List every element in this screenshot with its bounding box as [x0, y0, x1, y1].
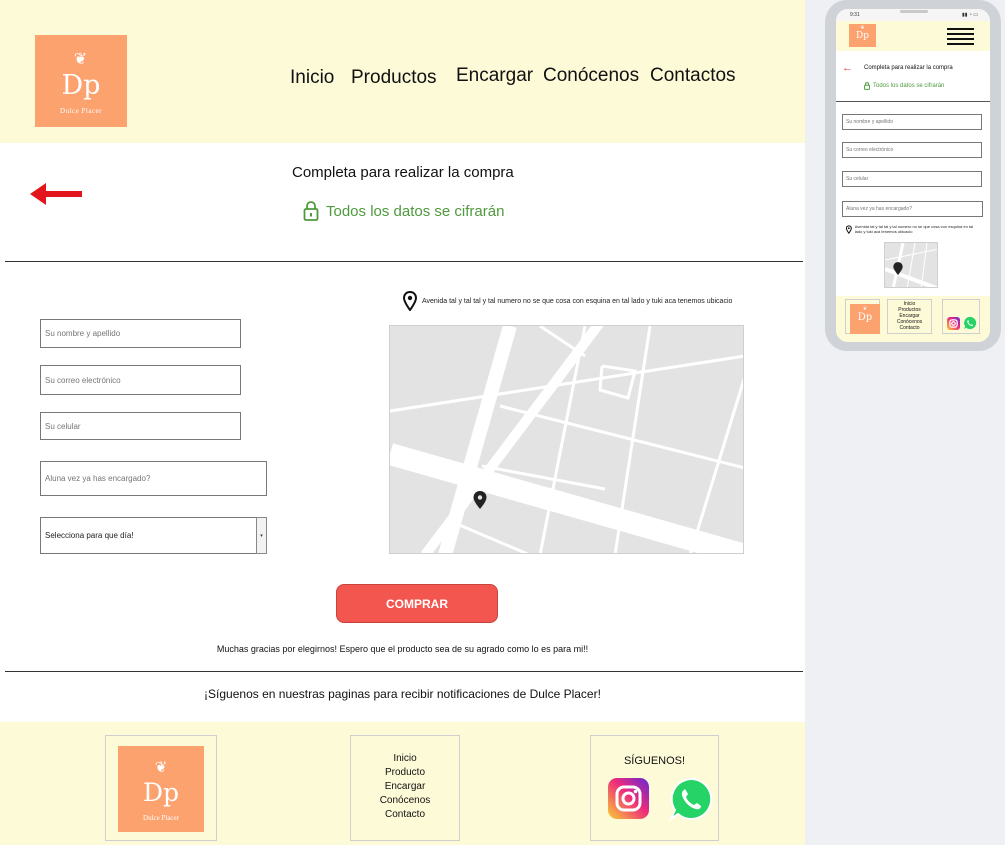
- phone-notch: [900, 10, 928, 13]
- mobile-secure-notice: Todos los datos se cifrarán: [864, 82, 944, 90]
- phone-frame: 9:31 ▮▮ ◔ ▭ ❦ Dp ← Completa para realiza…: [825, 0, 1001, 351]
- mobile-header: ❦ Dp: [836, 21, 990, 51]
- phone-screen: 9:31 ▮▮ ◔ ▭ ❦ Dp ← Completa para realiza…: [836, 9, 990, 342]
- previous-order-input[interactable]: [40, 461, 267, 496]
- follow-message: ¡Síguenos en nuestras paginas para recib…: [204, 687, 601, 701]
- site-footer: ❦ Dp Dulce Placer Inicio Producto Encarg…: [0, 722, 805, 845]
- footer-link-producto[interactable]: Producto: [385, 766, 425, 780]
- brand-logo[interactable]: ❦ Dp Dulce Placer: [35, 35, 127, 127]
- mobile-back-arrow-icon[interactable]: ←: [842, 63, 853, 74]
- mobile-address-row: Avenida tal y tal tal y tal numero no se…: [846, 224, 981, 235]
- nav-inicio[interactable]: Inicio: [290, 67, 334, 89]
- mobile-footer-logo-monogram: Dp: [857, 312, 873, 323]
- footer-brand-logo[interactable]: ❦ Dp Dulce Placer: [118, 746, 204, 832]
- signal-battery-icon: ▮▮ ◔ ▭: [961, 12, 978, 18]
- hamburger-menu-icon[interactable]: [947, 28, 974, 46]
- mobile-map-pin-icon: [893, 262, 903, 275]
- secure-notice: Todos los datos se cifrarán: [303, 201, 504, 221]
- whatsapp-icon[interactable]: [668, 776, 714, 822]
- mobile-footer-nav: Inicio Productos Encargar Conócenos Cont…: [887, 299, 932, 334]
- mobile-whatsapp-icon[interactable]: [963, 316, 977, 330]
- mobile-name-input[interactable]: [842, 114, 982, 130]
- footer-logo-box: ❦ Dp Dulce Placer: [105, 735, 217, 841]
- mobile-footer-social-box: [942, 299, 980, 334]
- divider-bottom: [5, 671, 803, 672]
- mobile-footer: ❦ Dp Inicio Productos Encargar Conócenos…: [836, 296, 990, 342]
- nav-conocenos[interactable]: Conócenos: [543, 65, 639, 87]
- footer-logo-monogram: Dp: [142, 778, 180, 807]
- name-input[interactable]: [40, 319, 241, 348]
- footer-social-box: SÍGUENOS!: [590, 735, 719, 841]
- footer-link-inicio[interactable]: Inicio: [393, 752, 416, 766]
- map-pin-icon: [473, 491, 487, 509]
- instagram-icon[interactable]: [608, 778, 649, 819]
- logo-monogram: Dp: [61, 70, 101, 101]
- mobile-page-title: Completa para realizar la compra: [864, 65, 953, 71]
- logo-ornament: ❦: [73, 49, 89, 68]
- delivery-day-value: Selecciona para que día!: [45, 531, 134, 540]
- logo-brand-name: Dulce Placer: [60, 107, 102, 115]
- site-header: ❦ Dp Dulce Placer Inicio Productos Encar…: [0, 0, 805, 143]
- mobile-address-text: Avenida tal y tal tal y tal numero no se…: [854, 224, 974, 234]
- location-map[interactable]: [389, 325, 744, 554]
- back-arrow-icon[interactable]: [30, 181, 84, 207]
- mobile-footer-link-contacto[interactable]: Contacto: [899, 325, 919, 331]
- follow-title: SÍGUENOS!: [623, 755, 686, 767]
- mobile-footer-brand-logo[interactable]: ❦ Dp: [850, 304, 880, 334]
- nav-encargar[interactable]: Encargar: [456, 65, 533, 87]
- desktop-page: ❦ Dp Dulce Placer Inicio Productos Encar…: [0, 0, 805, 845]
- mobile-logo-monogram: Dp: [856, 31, 869, 41]
- phone-status-bar: 9:31 ▮▮ ◔ ▭: [836, 9, 990, 21]
- thanks-message: Muchas gracias por elegirnos! Espero que…: [216, 644, 589, 654]
- footer-logo-ornament: ❦: [154, 758, 168, 776]
- divider-top: [5, 261, 803, 262]
- mobile-location-map[interactable]: [884, 242, 938, 288]
- footer-link-contacto[interactable]: Contacto: [385, 808, 425, 822]
- lock-icon: [303, 201, 319, 221]
- mobile-previous-order-input[interactable]: [842, 201, 983, 217]
- mobile-email-input[interactable]: [842, 142, 982, 158]
- mobile-instagram-icon[interactable]: [947, 317, 960, 330]
- footer-nav: Inicio Producto Encargar Conócenos Conta…: [350, 735, 460, 841]
- mobile-location-pin-icon: [846, 225, 852, 235]
- phone-input[interactable]: [40, 412, 241, 440]
- map-streets: [390, 326, 743, 553]
- delivery-day-select[interactable]: Selecciona para que día! ▾: [40, 517, 267, 554]
- footer-logo-brand-name: Dulce Placer: [143, 814, 179, 822]
- phone-time: 9:31: [850, 12, 860, 18]
- buy-button[interactable]: COMPRAR: [336, 584, 498, 623]
- secure-text: Todos los datos se cifrarán: [326, 202, 505, 220]
- footer-link-encargar[interactable]: Encargar: [385, 780, 426, 794]
- chevron-down-icon[interactable]: ▾: [256, 517, 267, 554]
- footer-link-conocenos[interactable]: Conócenos: [380, 794, 431, 808]
- address-row: Avenida tal y tal tal y tal numero no se…: [403, 291, 732, 311]
- nav-productos[interactable]: Productos: [351, 67, 437, 89]
- mobile-secure-text: Todos los datos se cifrarán: [873, 83, 945, 89]
- mobile-divider: [836, 101, 990, 102]
- nav-contactos[interactable]: Contactos: [650, 65, 736, 87]
- mobile-lock-icon: [864, 82, 870, 90]
- page-title: Completa para realizar la compra: [292, 164, 514, 181]
- address-text: Avenida tal y tal tal y tal numero no se…: [422, 297, 733, 305]
- location-pin-icon: [403, 291, 417, 311]
- email-input[interactable]: [40, 365, 241, 395]
- mobile-phone-input[interactable]: [842, 171, 982, 187]
- mobile-brand-logo[interactable]: ❦ Dp: [849, 24, 876, 47]
- mobile-footer-logo-box: ❦ Dp: [845, 299, 880, 334]
